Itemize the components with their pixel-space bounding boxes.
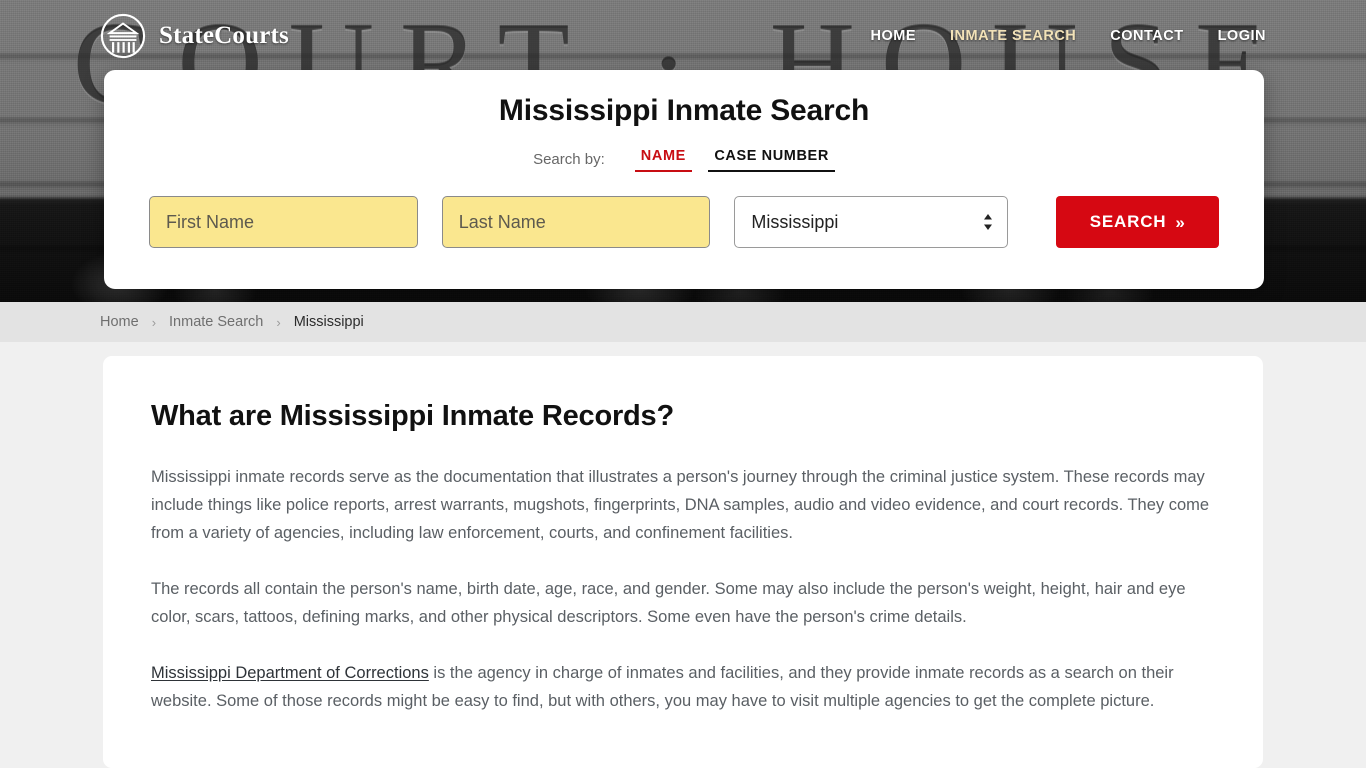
- search-button-label: SEARCH: [1089, 212, 1167, 231]
- nav-link-home[interactable]: HOME: [871, 28, 917, 44]
- courthouse-circle-icon: [100, 13, 146, 59]
- mdoc-link[interactable]: Mississippi Department of Corrections: [151, 664, 429, 682]
- brand-name: StateCourts: [159, 22, 289, 49]
- main-navigation: HOME INMATE SEARCH CONTACT LOGIN: [871, 28, 1267, 44]
- last-name-input[interactable]: [441, 196, 711, 248]
- breadcrumb: Home › Inmate Search › Mississippi: [0, 302, 1366, 342]
- inmate-search-card: Mississippi Inmate Search Search by: NAM…: [104, 70, 1264, 289]
- nav-link-inmate-search[interactable]: INMATE SEARCH: [950, 28, 1076, 44]
- content-card: What are Mississippi Inmate Records? Mis…: [103, 356, 1263, 768]
- search-by-row: Search by: NAME CASE NUMBER: [104, 147, 1264, 172]
- double-chevron-right-icon: »: [1175, 212, 1186, 232]
- brand-logo-link[interactable]: StateCourts: [100, 13, 289, 59]
- state-select-wrapper: Mississippi: [734, 196, 1009, 248]
- paragraph-2: The records all contain the person's nam…: [151, 580, 1186, 626]
- hero-banner: COURT · HOUSE StateCourts HOME INMATE SE…: [0, 0, 1366, 302]
- breadcrumb-separator-icon: ›: [276, 314, 281, 330]
- tab-search-by-name[interactable]: NAME: [634, 147, 692, 172]
- paragraph-3: Mississippi Department of Corrections is…: [151, 659, 1215, 715]
- first-name-input[interactable]: [149, 196, 418, 248]
- page-title: What are Mississippi Inmate Records?: [151, 400, 674, 432]
- site-header: StateCourts HOME INMATE SEARCH CONTACT L…: [0, 0, 1366, 72]
- nav-link-contact[interactable]: CONTACT: [1110, 28, 1183, 44]
- breadcrumb-item-home[interactable]: Home: [100, 314, 139, 330]
- breadcrumb-separator-icon: ›: [151, 314, 157, 330]
- search-form: Mississippi SEARCH »: [104, 196, 1264, 248]
- page-content: What are Mississippi Inmate Records? Mis…: [0, 342, 1366, 768]
- nav-link-login[interactable]: LOGIN: [1218, 28, 1266, 44]
- search-by-label: Search by:: [533, 151, 605, 168]
- breadcrumb-item-mississippi: Mississippi: [293, 314, 364, 330]
- search-button[interactable]: SEARCH »: [1056, 196, 1219, 248]
- tab-search-by-case-number[interactable]: CASE NUMBER: [708, 147, 835, 172]
- paragraph-1: Mississippi inmate records serve as the …: [151, 468, 1210, 542]
- search-card-title: Mississippi Inmate Search: [498, 94, 870, 127]
- state-select[interactable]: Mississippi: [734, 196, 1009, 248]
- breadcrumb-item-inmate-search[interactable]: Inmate Search: [169, 314, 263, 330]
